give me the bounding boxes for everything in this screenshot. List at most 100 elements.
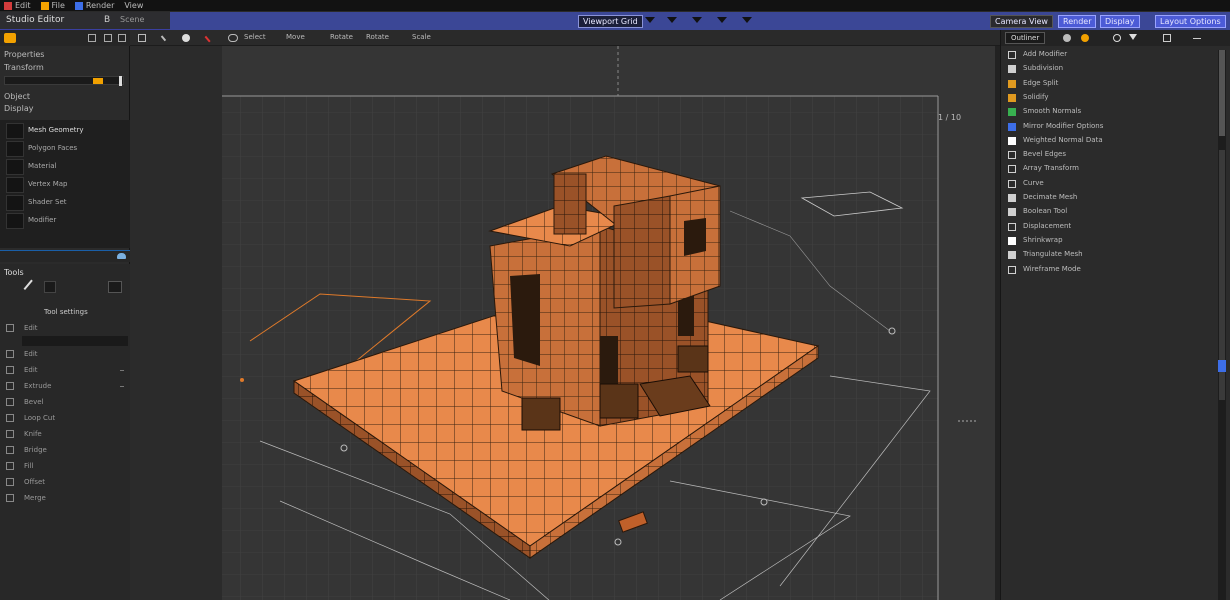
list-item[interactable]: Mesh Geometry [0,122,130,140]
layout-options-button[interactable]: Layout Options [1155,15,1226,28]
display-label[interactable]: Display [4,104,34,113]
modifier-item[interactable]: Wireframe Mode [1001,263,1217,277]
modifier-icon [1008,51,1016,59]
crate [521,397,561,431]
prop-row[interactable]: Merge [6,492,126,506]
pivot-point[interactable] [240,378,244,382]
list-item[interactable]: Modifier [0,212,130,230]
color-swatch[interactable] [108,281,122,293]
prop-row[interactable]: Offset [6,476,126,490]
modifier-item[interactable]: Weighted Normal Data [1001,134,1217,148]
grid-icon[interactable] [88,34,96,42]
modifier-item[interactable]: Smooth Normals [1001,105,1217,119]
scrollbar-thumb[interactable] [1219,50,1225,136]
object-label[interactable]: Object [4,92,30,101]
settings-icon[interactable] [1063,34,1071,42]
chevron-down-icon[interactable] [1129,34,1137,40]
loop-cut-icon [6,414,14,422]
prop-row[interactable]: Edit [6,364,126,378]
prop-row[interactable]: Bevel [6,396,126,410]
modifier-item[interactable]: Add Modifier [1001,48,1217,62]
modifier-item[interactable]: Boolean Tool [1001,205,1217,219]
cycle-icon[interactable] [228,34,238,42]
modifier-item[interactable]: Solidify [1001,91,1217,105]
panel-divider[interactable] [0,250,130,262]
cloud-icon[interactable] [117,253,126,259]
modifier-icon [1008,208,1016,217]
modifier-item[interactable]: Decimate Mesh [1001,191,1217,205]
scale-tool[interactable]: Scale [412,33,431,41]
prop-row[interactable]: Edit [6,322,126,336]
modifier-item[interactable]: Triangulate Mesh [1001,248,1217,262]
viewport-canvas[interactable]: 1 / 10 [130,46,1000,600]
close-icon[interactable] [118,34,126,42]
prop-row[interactable]: Fill [6,460,126,474]
menu-item-edit[interactable]: Edit [4,1,31,10]
list-item-label: Polygon Faces [28,144,78,152]
modifier-item[interactable]: Bevel Edges [1001,148,1217,162]
menu-item-render[interactable]: Render [74,1,114,10]
chevron-down-icon[interactable] [692,17,702,23]
menu-label: Edit [15,1,31,10]
list-item[interactable]: Material [0,158,130,176]
render-button[interactable]: Render [1058,15,1097,28]
modifier-item[interactable]: Edge Split [1001,77,1217,91]
app-window: Edit File Render View Studio Editor B Sc… [0,0,1230,600]
minimize-icon[interactable] [1193,38,1201,39]
chevron-down-icon[interactable] [717,17,727,23]
opacity-slider[interactable] [4,76,124,86]
modifier-item[interactable]: Displacement [1001,220,1217,234]
modifier-item[interactable]: Array Transform [1001,162,1217,176]
right-panel-scrollbar[interactable] [1218,50,1226,600]
frame-icon[interactable] [138,34,146,42]
pen-icon[interactable] [204,32,215,43]
view-dropdown[interactable]: Viewport Grid [578,15,643,28]
chevron-down-icon[interactable] [667,17,677,23]
tool-field[interactable] [22,336,128,346]
prop-row[interactable]: Knife [6,428,126,442]
upper-tower [613,195,671,309]
list-item[interactable]: Polygon Faces [0,140,130,158]
brush-icon[interactable] [160,32,170,42]
tab-outliner[interactable]: Outliner [1005,32,1046,44]
select-tool[interactable]: Select [244,33,266,41]
axis-tick: 1 / 10 [938,113,961,122]
camera-view-button[interactable]: Camera View [990,15,1053,28]
bold-button[interactable]: B [104,15,110,25]
chevron-down-icon[interactable] [645,17,655,23]
chevron-down-icon[interactable] [742,17,752,23]
menu-item-file[interactable]: File [40,1,65,10]
modifier-item[interactable]: Curve [1001,177,1217,191]
modifier-item[interactable]: Shrinkwrap [1001,234,1217,248]
slider-handle[interactable] [119,76,122,86]
layout-icon[interactable] [104,34,112,42]
modifier-icon [1008,65,1016,74]
display-button[interactable]: Display [1100,15,1140,28]
tool-icon[interactable] [44,281,56,293]
prop-row[interactable]: Extrude [6,380,126,394]
transform-label[interactable]: Transform [4,63,44,72]
prop-row[interactable]: Bridge [6,444,126,458]
rotate-tool[interactable]: Rotate [330,33,353,41]
list-item[interactable]: Shader Set [0,194,130,212]
3d-viewport[interactable]: 1 / 10 [130,46,1000,600]
move-tool[interactable]: Move [286,33,305,41]
brush-icon[interactable] [23,279,41,297]
rotate-tool-option[interactable]: Rotate [366,33,389,41]
folder-icon[interactable] [4,33,16,43]
prop-row[interactable]: Edit [6,348,126,362]
list-item-label: Modifier [28,216,57,224]
modifier-item[interactable]: Mirror Modifier Options [1001,120,1217,134]
modifier-item[interactable]: Subdivision [1001,62,1217,76]
list-item[interactable]: Vertex Map [0,176,130,194]
maximize-icon[interactable] [1163,34,1171,42]
menu-item-view[interactable]: View [124,1,143,10]
scroll-marker[interactable] [1218,360,1226,372]
circle-icon[interactable] [1113,34,1121,42]
material-icon[interactable] [1081,34,1089,42]
modifier-label: Bevel Edges [1023,150,1066,159]
sphere-icon[interactable] [182,34,190,42]
prop-label: Edit [24,324,38,332]
left-panel: Properties Transform Object Display Mesh… [0,30,130,600]
prop-row[interactable]: Loop Cut [6,412,126,426]
